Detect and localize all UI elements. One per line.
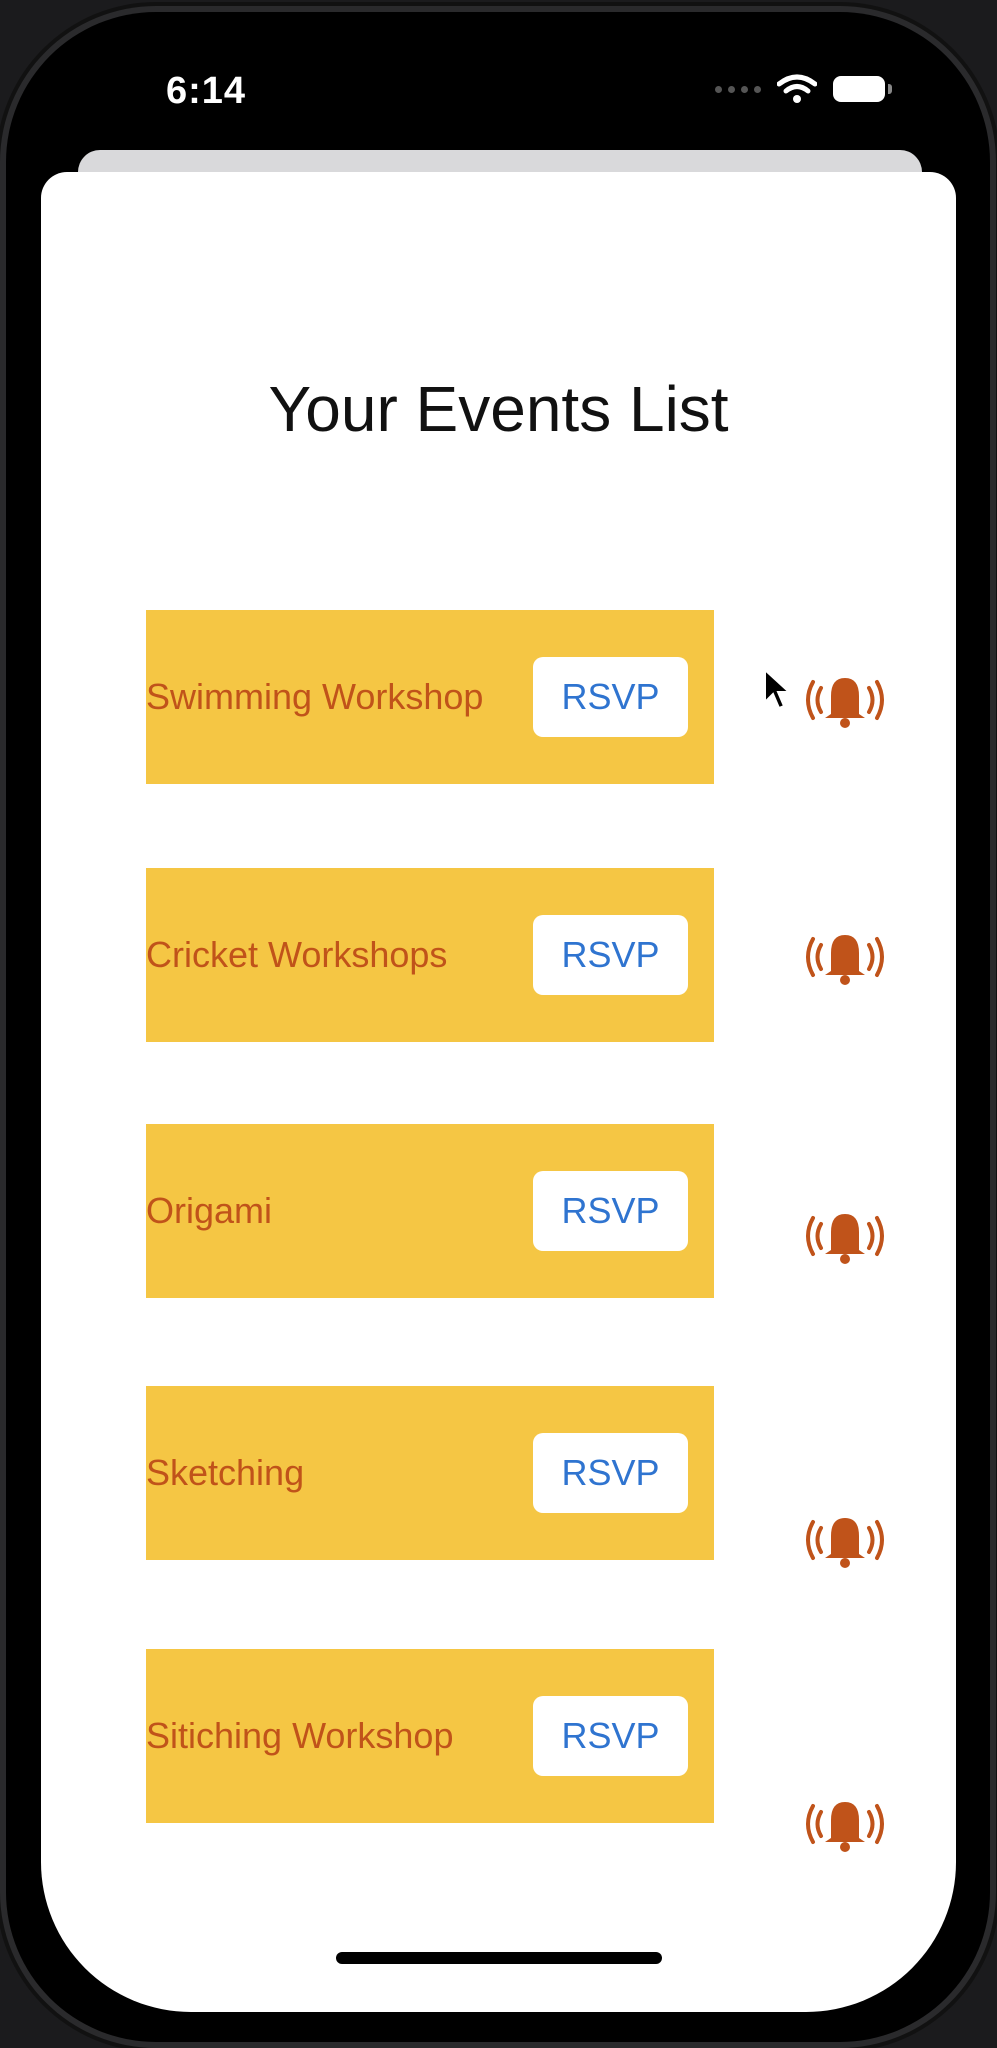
event-name: Sketching [146,1452,305,1493]
event-card: Origami RSVP [146,1124,714,1298]
rsvp-button[interactable]: RSVP [533,1433,688,1513]
alarm-bell-icon[interactable] [799,1796,891,1852]
status-bar: 6:14 [6,12,990,152]
status-icons [715,74,892,104]
rsvp-button[interactable]: RSVP [533,657,688,737]
phone-frame: 6:14 Your Events List Swimming Workshop … [6,12,990,2042]
mouse-cursor-icon [764,668,791,710]
wifi-icon [777,74,817,103]
event-name: Swimming Workshop [146,676,484,717]
home-indicator[interactable] [336,1952,662,1964]
rsvp-button[interactable]: RSVP [533,915,688,995]
event-card: Swimming Workshop RSVP [146,610,714,784]
events-sheet: Your Events List Swimming Workshop RSVP … [41,172,956,2012]
rsvp-button[interactable]: RSVP [533,1696,688,1776]
battery-icon [833,76,892,102]
event-card: Sketching RSVP [146,1386,714,1560]
rsvp-button[interactable]: RSVP [533,1171,688,1251]
alarm-bell-icon[interactable] [799,929,891,985]
status-time: 6:14 [166,70,247,112]
cellular-signal-icon [715,85,761,93]
event-name: Sitiching Workshop [146,1715,454,1756]
alarm-bell-icon[interactable] [799,1208,891,1264]
event-name: Origami [146,1190,273,1231]
alarm-bell-icon[interactable] [799,672,891,728]
event-card: Cricket Workshops RSVP [146,868,714,1042]
event-name: Cricket Workshops [146,934,448,975]
event-card: Sitiching Workshop RSVP [146,1649,714,1823]
alarm-bell-icon[interactable] [799,1512,891,1568]
page-title: Your Events List [268,373,729,445]
